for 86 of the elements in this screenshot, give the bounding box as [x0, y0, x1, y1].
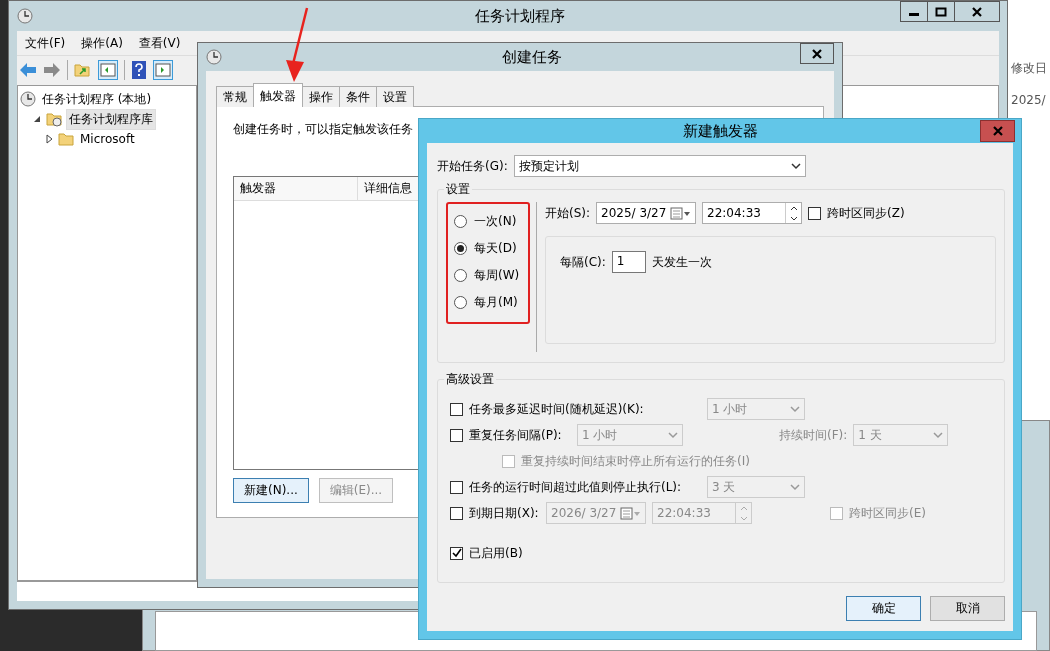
checkbox-label[interactable]: 重复任务间隔(P):	[469, 426, 571, 444]
checkbox[interactable]	[450, 506, 463, 520]
folder-icon	[58, 131, 74, 147]
collapsed-arrow-icon[interactable]	[44, 134, 54, 144]
group-title: 高级设置	[444, 371, 496, 388]
radio-label[interactable]: 每月(M)	[474, 293, 518, 311]
checkbox-label[interactable]: 任务最多延迟时间(随机延迟)(K):	[469, 400, 701, 418]
group-title: 设置	[444, 181, 472, 198]
radio-label[interactable]: 一次(N)	[474, 212, 517, 230]
chevron-icon	[790, 162, 801, 170]
dialog-title: 新建触发器	[682, 121, 758, 141]
checkbox-label[interactable]: 到期日期(X):	[469, 504, 540, 522]
field-label: 天发生一次	[651, 253, 712, 271]
menu-item[interactable]: 操作(A)	[81, 34, 123, 52]
folder-up-icon[interactable]	[74, 61, 92, 78]
checkbox[interactable]	[450, 480, 463, 494]
checkbox-label[interactable]: 跨时区同步(Z)	[827, 204, 905, 222]
close-icon	[991, 126, 1004, 136]
clock-icon	[20, 91, 36, 107]
tab[interactable]: 常规	[216, 86, 254, 107]
minimize-icon	[909, 13, 919, 16]
table-cell-text: 2025/	[1011, 93, 1047, 107]
calendar-icon	[620, 506, 641, 520]
back-arrow-icon[interactable]	[19, 61, 37, 78]
tree-item[interactable]: 任务计划程序库	[66, 108, 156, 130]
forward-arrow-icon[interactable]	[43, 61, 61, 78]
maximize-icon	[935, 6, 947, 17]
description-text: 创建任务时，可以指定触发该任务	[233, 121, 413, 138]
window-title: 任务计划程序	[475, 6, 565, 26]
close-button[interactable]	[954, 1, 1000, 22]
expanded-arrow-icon[interactable]	[32, 114, 42, 124]
radio-label[interactable]: 每周(W)	[474, 266, 520, 284]
tree-item[interactable]: 任务计划程序 (本地)	[40, 89, 154, 109]
field-label: 开始(S):	[545, 204, 591, 222]
checkbox[interactable]	[830, 506, 843, 520]
checkbox[interactable]	[450, 546, 463, 560]
scheduler-folder-icon	[46, 111, 62, 127]
radio-button[interactable]	[454, 241, 467, 255]
dropdown[interactable]: 按预定计划	[513, 155, 806, 177]
checkbox[interactable]	[502, 454, 515, 468]
dialog-button[interactable]: 新建(N)...	[233, 478, 309, 503]
pane-icon[interactable]	[98, 59, 118, 80]
number-field[interactable]: 1	[611, 251, 646, 273]
tab[interactable]: 设置	[376, 86, 414, 107]
tab[interactable]: 操作	[302, 86, 340, 107]
radio-button[interactable]	[454, 214, 467, 228]
minimize-button[interactable]	[900, 1, 928, 22]
menu-item[interactable]: 文件(F)	[25, 34, 66, 52]
clock-icon	[206, 49, 222, 65]
tree-item[interactable]: Microsoft	[78, 131, 137, 147]
help-icon[interactable]	[131, 59, 147, 80]
close-icon	[811, 48, 823, 59]
checkbox[interactable]	[450, 428, 463, 442]
checkbox-label[interactable]: 已启用(B)	[469, 544, 523, 562]
radio-button[interactable]	[454, 268, 467, 282]
date-field[interactable]: 2025/ 3/27	[596, 202, 697, 224]
dialog-title: 创建任务	[502, 47, 562, 67]
calendar-icon	[670, 206, 692, 220]
column-header[interactable]: 触发器	[234, 177, 358, 200]
field-label: 每隔(C):	[560, 253, 606, 271]
clock-icon	[17, 8, 33, 24]
spin-up-icon[interactable]	[789, 205, 798, 211]
checkbox[interactable]	[450, 402, 463, 416]
radio-label[interactable]: 每天(D)	[474, 239, 517, 257]
spin-down-icon[interactable]	[789, 215, 798, 221]
tab[interactable]: 触发器	[253, 83, 303, 107]
dialog-button[interactable]: 确定	[846, 596, 921, 621]
field-label: 开始任务(G):	[437, 157, 508, 175]
check-icon	[451, 548, 462, 558]
chevron-icon	[668, 431, 678, 439]
checkbox-label[interactable]: 任务的运行时间超过此值则停止执行(L):	[469, 478, 701, 496]
field-label: 持续时间(F):	[779, 426, 848, 444]
chevron-icon	[790, 483, 800, 491]
dialog-button[interactable]: 取消	[930, 596, 1005, 621]
tab[interactable]: 条件	[339, 86, 377, 107]
checkbox[interactable]	[808, 206, 822, 220]
radio-button[interactable]	[454, 295, 467, 309]
time-field[interactable]: 22:04:33	[702, 202, 803, 224]
maximize-button[interactable]	[927, 1, 955, 22]
column-header: 修改日	[1011, 60, 1048, 77]
close-icon	[971, 6, 983, 17]
chevron-icon	[933, 431, 944, 439]
menu-item[interactable]: 查看(V)	[138, 34, 181, 52]
chevron-icon	[790, 405, 800, 413]
close-button[interactable]	[800, 43, 834, 64]
pane-icon[interactable]	[153, 59, 173, 80]
